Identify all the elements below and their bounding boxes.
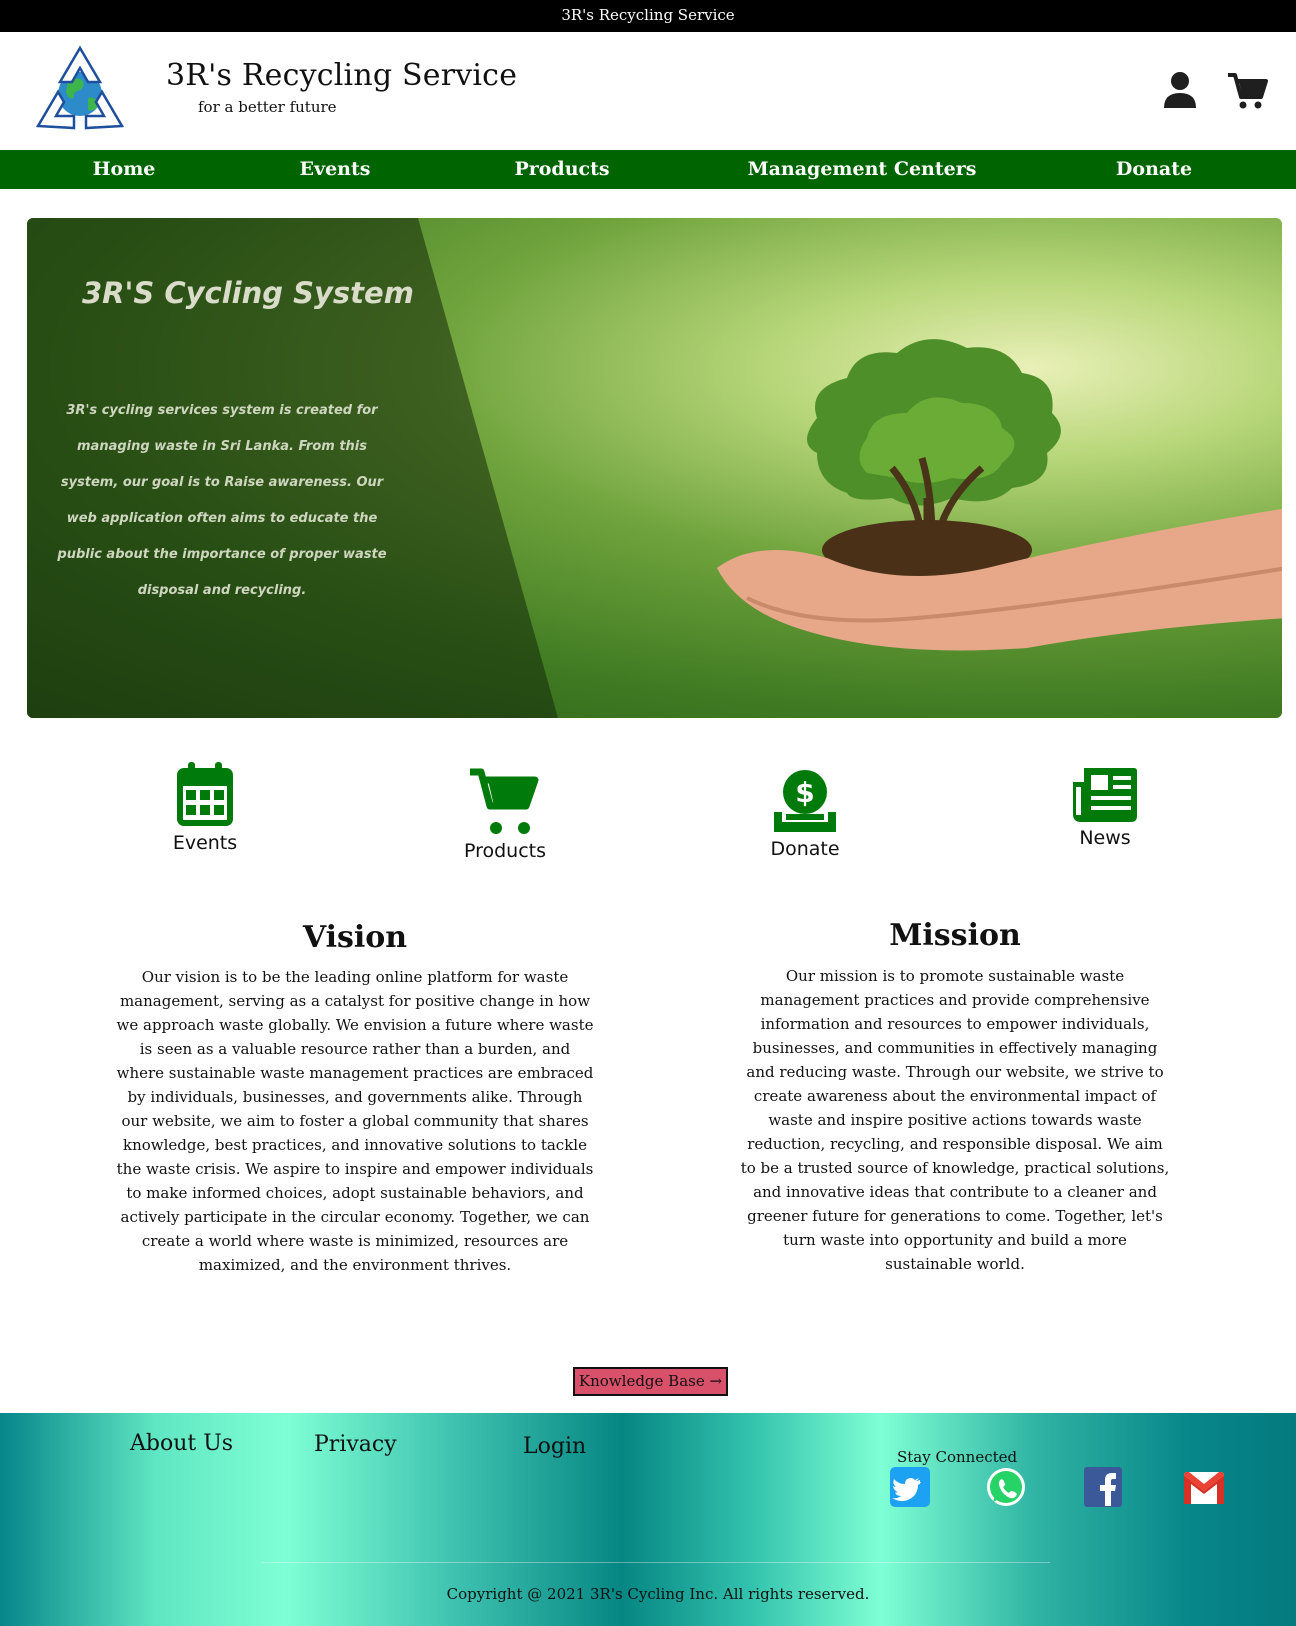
knowledge-base-label: Knowledge Base — [578, 1372, 705, 1390]
quick-link-label: Events — [172, 832, 238, 854]
brand-title: 3R's Recycling Service — [166, 58, 518, 93]
quick-link-label: News — [1079, 827, 1131, 849]
site-footer: About Us Privacy Login Stay Connected Co… — [0, 1413, 1296, 1626]
footer-link-privacy[interactable]: Privacy — [314, 1432, 397, 1457]
quick-link-events[interactable]: Events — [130, 760, 280, 854]
site-header: 3R's Recycling Service for a better futu… — [0, 32, 1296, 150]
svg-text:$: $ — [795, 776, 814, 809]
vision-title: Vision — [302, 920, 408, 955]
knowledge-base-button[interactable]: Knowledge Base → — [573, 1367, 728, 1396]
nav-item-events[interactable]: Events — [285, 150, 385, 189]
brand-tagline: for a better future — [198, 98, 337, 116]
nav-item-home[interactable]: Home — [72, 150, 176, 189]
top-banner: 3R's Recycling Service — [0, 0, 1296, 32]
quick-link-label: Donate — [770, 838, 840, 860]
footer-link-about-us[interactable]: About Us — [130, 1431, 233, 1456]
nav-item-management-centers[interactable]: Management Centers — [746, 150, 978, 189]
tree-in-hands-illustration — [717, 339, 1282, 651]
copyright-text: Copyright @ 2021 3R's Cycling Inc. All r… — [446, 1585, 870, 1603]
top-banner-title: 3R's Recycling Service — [561, 6, 735, 24]
nav-item-products[interactable]: Products — [500, 150, 624, 189]
shopping-cart-icon — [470, 768, 539, 834]
facebook-icon[interactable] — [1083, 1466, 1123, 1508]
quick-link-donate[interactable]: $ Donate — [730, 768, 880, 860]
whatsapp-icon[interactable] — [985, 1466, 1027, 1508]
hero-description: 3R's cycling services system is created … — [57, 403, 387, 598]
hero-banner: 3R'S Cycling System 3R's cycling service… — [27, 218, 1282, 718]
quick-link-news[interactable]: News — [1030, 765, 1180, 849]
mission-text: Our mission is to promote sustainable wa… — [740, 967, 1170, 1273]
quick-link-label: Products — [463, 840, 547, 862]
cart-icon[interactable] — [1226, 70, 1268, 110]
twitter-icon[interactable] — [889, 1466, 931, 1508]
calendar-icon — [177, 762, 233, 826]
recycle-logo-icon[interactable] — [30, 42, 130, 138]
footer-link-login[interactable]: Login — [523, 1434, 586, 1459]
main-nav: Home Events Products Management Centers … — [0, 150, 1296, 189]
nav-item-donate[interactable]: Donate — [1108, 150, 1200, 189]
arrow-right-icon: → — [709, 1372, 723, 1390]
donate-icon: $ — [774, 770, 836, 832]
vision-text: Our vision is to be the leading online p… — [116, 968, 594, 1274]
footer-divider — [262, 1562, 1050, 1563]
stay-connected-label: Stay Connected — [897, 1448, 1018, 1466]
hero-title: 3R'S Cycling System — [82, 276, 414, 310]
user-icon[interactable] — [1160, 70, 1200, 110]
quick-link-products[interactable]: Products — [430, 768, 580, 862]
mission-title: Mission — [889, 918, 1021, 953]
newspaper-icon — [1073, 768, 1137, 822]
gmail-icon[interactable] — [1182, 1466, 1226, 1508]
